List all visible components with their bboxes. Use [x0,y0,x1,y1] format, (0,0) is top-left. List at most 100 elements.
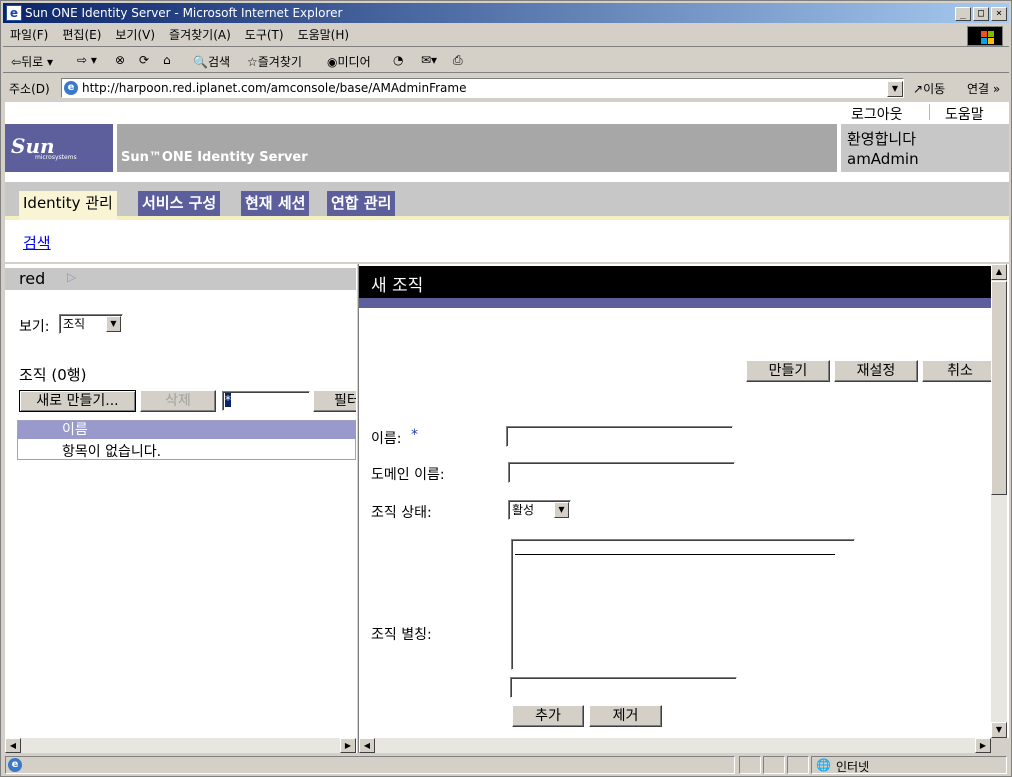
status-main: e [5,756,735,774]
address-label: 주소(D) [9,82,50,96]
home-icon[interactable]: ⌂ [163,53,171,67]
chevron-down-icon: ▼ [106,316,121,332]
scroll-right-icon[interactable]: ▶ [340,738,356,753]
user-name: amAdmin [847,150,919,168]
status-segment [763,756,785,774]
standard-toolbar: ⇦뒤로 ▾ ⇨ ▾ ⊗ ⟳ ⌂ 🔍검색 ☆즐겨찾기 ◉미디어 ◔ ✉▾ ⎙ [3,49,1009,73]
forward-arrow-icon: ⇨ [77,53,88,67]
page-icon: e [64,81,78,95]
window-title: Sun ONE Identity Server - Microsoft Inte… [25,6,343,20]
favorites-toolbar-button[interactable]: ☆즐겨찾기 [247,53,302,70]
status-label: 조직 상태: [371,505,432,521]
required-mark: * [411,427,418,443]
stop-icon[interactable]: ⊗ [115,53,125,67]
scroll-left-icon[interactable]: ◀ [359,738,375,753]
tab-sessions[interactable]: 현재 세션 [241,191,310,216]
welcome-panel: 환영합니다 amAdmin [841,124,1009,172]
column-header[interactable]: 이름 [18,421,357,439]
scroll-right-icon[interactable]: ▶ [975,738,991,753]
tab-identity[interactable]: Identity 관리 [19,191,117,220]
chevron-down-icon: ▼ [554,502,569,518]
menu-bar: 파일(F) 편집(E) 보기(V) 즐겨찾기(A) 도구(T) 도움말(H) [3,25,1009,47]
status-zone: 🌐 인터넷 [811,756,1007,774]
mail-icon[interactable]: ✉▾ [421,53,437,67]
menu-view[interactable]: 보기(V) [108,25,162,45]
windows-logo-icon [967,26,1003,46]
cancel-button[interactable]: 취소 [922,360,991,382]
tab-services[interactable]: 서비스 구성 [138,191,221,216]
domain-label: 도메인 이름: [371,467,445,483]
new-button[interactable]: 새로 만들기... [19,390,136,412]
left-hscrollbar[interactable]: ◀ ▶ [5,738,356,753]
logout-link[interactable]: 로그아웃 [851,104,903,124]
remove-button[interactable]: 제거 [589,705,662,727]
right-vscrollbar[interactable]: ▲ ▼ [991,264,1007,738]
add-button[interactable]: 추가 [512,705,584,727]
right-hscrollbar[interactable]: ◀ ▶ [359,738,991,753]
status-select[interactable]: 활성 ▼ [508,500,571,520]
status-select-value: 활성 [512,503,535,517]
menu-favorites[interactable]: 즐겨찾기(A) [162,25,238,45]
list-separator [515,554,835,555]
tab-federation[interactable]: 연합 관리 [327,191,396,216]
create-button[interactable]: 만들기 [746,360,830,382]
back-button[interactable]: ⇦뒤로 ▾ [11,53,53,70]
media-toolbar-button[interactable]: ◉미디어 [327,53,371,70]
welcome-text: 환영합니다 [847,130,917,148]
location-name: red [19,269,46,288]
links-button[interactable]: 연결 » [967,80,1000,97]
page-status-icon: e [8,758,22,772]
results-table: 이름 항목이 없습니다. [17,420,357,460]
scroll-down-icon[interactable]: ▼ [991,722,1007,738]
media-icon: ◉ [327,55,338,69]
address-input[interactable]: e http://harpoon.red.iplanet.com/amconso… [61,78,904,98]
menu-edit[interactable]: 편집(E) [55,25,108,45]
go-button[interactable]: ↗이동 [913,80,945,97]
right-frame: 새 조직 만들기 재설정 취소 이름: * 도메인 이름: 조직 상태: 활성 … [359,264,991,738]
minimize-button[interactable]: _ [955,7,971,21]
menu-help[interactable]: 도움말(H) [291,25,357,45]
location-arrow-icon[interactable]: ▷ [67,270,76,284]
tab-underline [5,216,1009,220]
right-title: 새 조직 [371,276,424,296]
sun-logo: Sun microsystems [5,124,113,172]
product-name: Sun™ONE Identity Server [121,150,308,165]
divider [929,104,930,120]
favorites-icon: ☆ [247,55,258,69]
help-link[interactable]: 도움말 [945,104,984,124]
title-bar: e Sun ONE Identity Server - Microsoft In… [3,3,1009,23]
maximize-button[interactable]: □ [973,7,989,21]
view-select-value: 조직 [63,317,86,331]
ie-app-icon: e [6,5,22,21]
history-icon[interactable]: ◔ [393,53,403,67]
close-button[interactable]: × [991,7,1007,21]
scroll-left-icon[interactable]: ◀ [5,738,21,753]
view-select[interactable]: 조직 ▼ [59,314,123,334]
right-title-bar: 새 조직 [359,266,991,298]
print-icon[interactable]: ⎙ [453,53,463,68]
menu-file[interactable]: 파일(F) [3,25,55,45]
alias-input[interactable] [510,677,737,698]
view-label: 보기: [19,319,50,335]
left-frame: red ▷ 보기: 조직 ▼ 조직 (0행) 새로 만들기... 삭제 * 필터… [5,264,363,738]
reset-button[interactable]: 재설정 [834,360,918,382]
scroll-thumb[interactable] [991,281,1007,495]
alias-listbox[interactable] [511,539,855,670]
domain-input[interactable] [508,462,735,483]
sun-logo-subtext: microsystems [35,154,77,161]
delete-button[interactable]: 삭제 [140,390,216,412]
menu-tools[interactable]: 도구(T) [238,25,291,45]
address-dropdown-icon[interactable]: ▼ [887,81,903,97]
address-bar: 주소(D) e http://harpoon.red.iplanet.com/a… [3,76,1009,100]
forward-button[interactable]: ⇨ ▾ [77,53,97,67]
refresh-icon[interactable]: ⟳ [139,53,149,67]
page-content: 로그아웃 도움말 Sun microsystems Sun™ONE Identi… [5,102,1009,753]
search-icon: 🔍 [193,55,208,69]
scroll-up-icon[interactable]: ▲ [991,264,1007,280]
product-banner: Sun™ONE Identity Server [117,124,837,172]
name-input[interactable] [506,426,733,447]
search-toolbar-button[interactable]: 🔍검색 [193,53,230,70]
status-segment [739,756,761,774]
filter-input[interactable]: * [222,391,310,411]
search-link[interactable]: 검색 [23,232,51,253]
